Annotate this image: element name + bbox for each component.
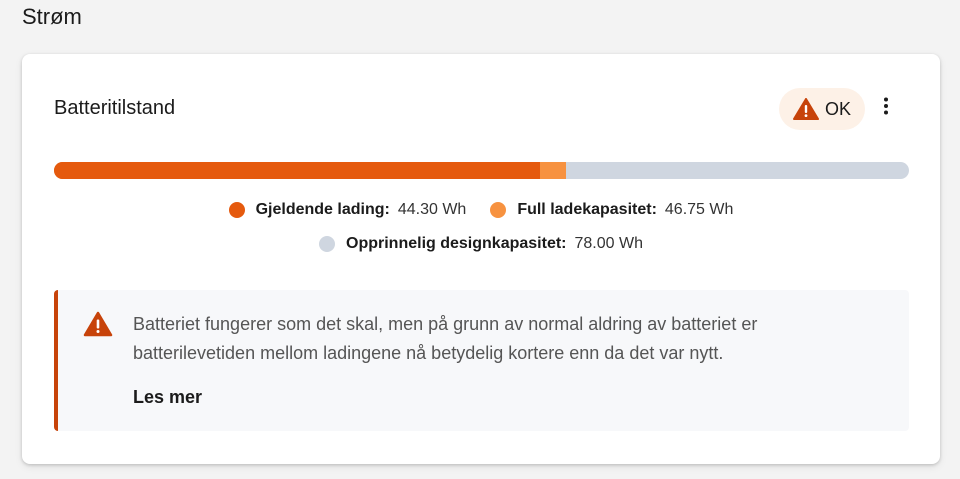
battery-health-card: Batteritilstand OK Gjeldende lading: 44.… bbox=[22, 54, 940, 464]
battery-warning-notice: Batteriet fungerer som det skal, men på … bbox=[54, 290, 909, 431]
legend-label: Opprinnelig designkapasitet: bbox=[346, 235, 567, 252]
warning-icon bbox=[792, 98, 819, 120]
status-label: OK bbox=[824, 98, 851, 119]
legend-item-design-capacity: Opprinnelig designkapasitet: 78.00 Wh bbox=[319, 235, 643, 253]
notice-message: Batteriet fungerer som det skal, men på … bbox=[133, 314, 758, 363]
more-vertical-icon bbox=[883, 97, 889, 120]
status-badge[interactable]: OK bbox=[779, 88, 865, 130]
legend-item-current-charge: Gjeldende lading: 44.30 Wh bbox=[228, 201, 467, 219]
legend-value: 46.75 Wh bbox=[664, 201, 734, 218]
legend-value: 44.30 Wh bbox=[397, 201, 467, 218]
legend-row-2: Opprinnelig designkapasitet: 78.00 Wh bbox=[22, 235, 940, 253]
legend-dot-design bbox=[319, 236, 336, 252]
legend-row-1: Gjeldende lading: 44.30 Wh Full ladekapa… bbox=[22, 201, 940, 219]
legend-label: Gjeldende lading: bbox=[255, 201, 390, 218]
battery-capacity-bar bbox=[54, 162, 909, 179]
legend-label: Full ladekapasitet: bbox=[517, 201, 657, 218]
learn-more-link[interactable]: Les mer bbox=[133, 387, 202, 408]
section-title: Strøm bbox=[22, 4, 82, 29]
legend-value: 78.00 Wh bbox=[574, 235, 643, 252]
more-options-button[interactable] bbox=[874, 94, 898, 122]
warning-icon bbox=[83, 311, 113, 342]
legend-item-full-capacity: Full ladekapasitet: 46.75 Wh bbox=[490, 201, 733, 219]
current-charge-segment bbox=[54, 162, 540, 179]
legend-dot-full bbox=[490, 202, 507, 218]
legend-dot-current bbox=[228, 202, 245, 218]
card-title: Batteritilstand bbox=[54, 97, 176, 119]
